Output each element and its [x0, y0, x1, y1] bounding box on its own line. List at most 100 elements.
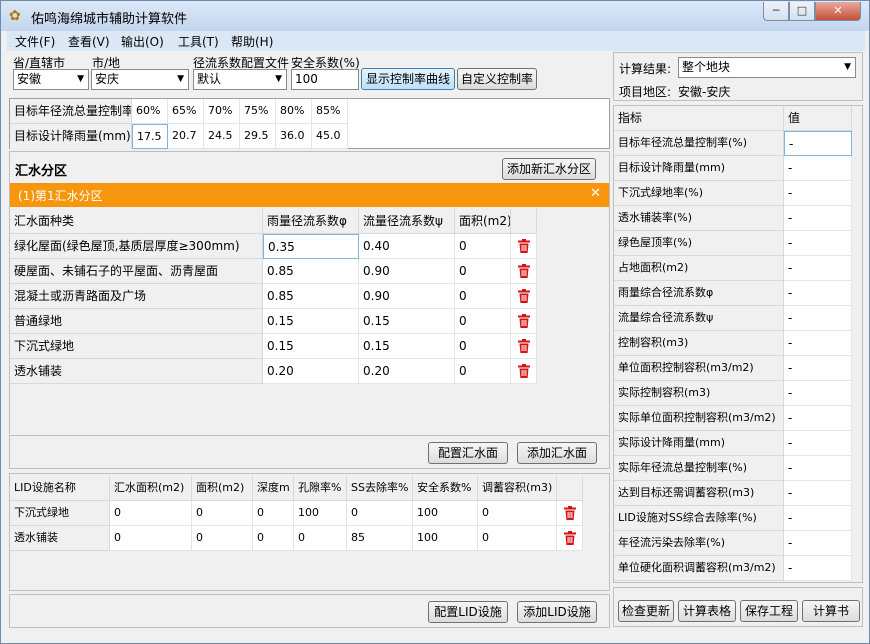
lid-table: LID设施名称 汇水面积(m2) 面积(m2) 深度m 孔隙率% SS去除率% 安全系数% 调…	[10, 474, 609, 590]
lid-cell[interactable]: 0	[253, 501, 294, 526]
menu-view[interactable]: 查看(V)	[68, 33, 110, 50]
maximize-button[interactable]: □	[789, 2, 815, 21]
lid-cell[interactable]: 0	[192, 526, 253, 551]
catchment-row-name[interactable]: 透水铺装	[10, 359, 263, 384]
target-rate-cell[interactable]: 80%	[276, 99, 312, 124]
lid-row-name[interactable]: 透水铺装	[10, 526, 110, 551]
close-window-button[interactable]: ✕	[815, 2, 861, 21]
target-rain-cell[interactable]: 17.5	[132, 124, 168, 149]
target-rate-cell[interactable]: 75%	[240, 99, 276, 124]
target-rate-cell[interactable]: 65%	[168, 99, 204, 124]
catchment-area[interactable]: 0	[455, 334, 511, 359]
lid-cell[interactable]: 0	[192, 501, 253, 526]
add-zone-button[interactable]: 添加新汇水分区	[502, 158, 596, 180]
catchment-delete-cell[interactable]	[511, 334, 537, 359]
results-scope-select[interactable]: 整个地块 ▼	[678, 57, 856, 78]
trash-icon[interactable]	[518, 239, 530, 253]
target-rain-cell[interactable]: 24.5	[204, 124, 240, 149]
catchment-delete-cell[interactable]	[511, 259, 537, 284]
lid-cell[interactable]: 85	[347, 526, 413, 551]
lid-row-name[interactable]: 下沉式绿地	[10, 501, 110, 526]
menu-file[interactable]: 文件(F)	[15, 33, 55, 50]
city-select[interactable]: 安庆 ▼	[91, 69, 189, 90]
lid-cell[interactable]: 100	[413, 526, 478, 551]
target-rain-cell[interactable]: 45.0	[312, 124, 348, 149]
target-rate-cell[interactable]: 70%	[204, 99, 240, 124]
catchment-flow-coef[interactable]: 0.90	[359, 259, 455, 284]
trash-icon[interactable]	[518, 314, 530, 328]
trash-icon[interactable]	[518, 264, 530, 278]
result-metric-name: 单位硬化面积调蓄容积(m3/m2)	[614, 556, 784, 581]
catchment-flow-coef[interactable]: 0.15	[359, 309, 455, 334]
lid-button-bar: 配置LID设施 添加LID设施	[9, 594, 610, 628]
catchment-area[interactable]: 0	[455, 259, 511, 284]
add-catchment-button[interactable]: 添加汇水面	[517, 442, 597, 464]
target-rate-cell[interactable]: 85%	[312, 99, 348, 124]
catchment-area[interactable]: 0	[455, 284, 511, 309]
catchment-row-name[interactable]: 硬屋面、未铺石子的平屋面、沥青屋面	[10, 259, 263, 284]
trash-icon[interactable]	[518, 289, 530, 303]
menu-help[interactable]: 帮助(H)	[231, 33, 273, 50]
calc-table-button[interactable]: 计算表格	[678, 600, 736, 622]
catchment-area[interactable]: 0	[455, 309, 511, 334]
trash-icon[interactable]	[518, 339, 530, 353]
catchment-flow-coef[interactable]: 0.40	[359, 234, 455, 259]
config-catchment-button[interactable]: 配置汇水面	[428, 442, 508, 464]
lid-cell[interactable]: 100	[413, 501, 478, 526]
trash-icon[interactable]	[518, 364, 530, 378]
catchment-rain-coef[interactable]: 0.20	[263, 359, 359, 384]
lid-cell[interactable]: 0	[478, 526, 557, 551]
save-project-button[interactable]: 保存工程	[740, 600, 798, 622]
catchment-row-name[interactable]: 绿化屋面(绿色屋顶,基质层厚度≥300mm)	[10, 234, 263, 259]
catchment-area[interactable]: 0	[455, 359, 511, 384]
trash-icon[interactable]	[564, 531, 576, 545]
target-rain-cell[interactable]: 36.0	[276, 124, 312, 149]
catchment-rain-coef[interactable]: 0.15	[263, 309, 359, 334]
lid-cell[interactable]: 0	[294, 526, 347, 551]
province-select[interactable]: 安徽 ▼	[13, 69, 89, 90]
lid-cell[interactable]: 0	[253, 526, 294, 551]
custom-rate-button[interactable]: 自定义控制率	[457, 68, 537, 90]
window-title: 佑鸣海绵城市辅助计算软件	[31, 12, 188, 27]
config-lid-button[interactable]: 配置LID设施	[428, 601, 508, 623]
catchment-rain-coef[interactable]: 0.85	[263, 284, 359, 309]
catchment-flow-coef[interactable]: 0.90	[359, 284, 455, 309]
catchment-row-name[interactable]: 普通绿地	[10, 309, 263, 334]
catchment-rain-coef[interactable]: 0.85	[263, 259, 359, 284]
catchment-row-name[interactable]: 下沉式绿地	[10, 334, 263, 359]
safety-input[interactable]: 100	[291, 69, 359, 90]
minimize-button[interactable]: ─	[763, 2, 789, 21]
lid-cell[interactable]: 0	[110, 526, 192, 551]
lid-delete-cell[interactable]	[557, 501, 583, 526]
catchment-rain-coef[interactable]: 0.35	[263, 234, 359, 259]
check-update-button[interactable]: 检查更新	[618, 600, 674, 622]
trash-icon[interactable]	[564, 506, 576, 520]
lid-delete-cell[interactable]	[557, 526, 583, 551]
target-rate-cell[interactable]: 60%	[132, 99, 168, 124]
menu-tools[interactable]: 工具(T)	[178, 33, 219, 50]
target-rain-cell[interactable]: 20.7	[168, 124, 204, 149]
catchment-row-name[interactable]: 混凝土或沥青路面及广场	[10, 284, 263, 309]
catchment-rain-coef[interactable]: 0.15	[263, 334, 359, 359]
catchment-delete-cell[interactable]	[511, 309, 537, 334]
runoff-config-select[interactable]: 默认 ▼	[193, 69, 287, 90]
result-metric-value: -	[784, 181, 852, 206]
calc-book-button[interactable]: 计算书	[802, 600, 860, 622]
catchment-delete-cell[interactable]	[511, 284, 537, 309]
close-icon[interactable]: ✕	[590, 186, 601, 201]
add-lid-button[interactable]: 添加LID设施	[517, 601, 597, 623]
catchment-flow-coef[interactable]: 0.20	[359, 359, 455, 384]
lid-cell[interactable]: 0	[110, 501, 192, 526]
city-value: 安庆	[95, 72, 120, 86]
lid-cell[interactable]: 0	[347, 501, 413, 526]
show-curve-button[interactable]: 显示控制率曲线	[361, 68, 455, 90]
catchment-area[interactable]: 0	[455, 234, 511, 259]
catchment-flow-coef[interactable]: 0.15	[359, 334, 455, 359]
lid-cell[interactable]: 100	[294, 501, 347, 526]
location-panel: 省/直辖市 市/地 径流系数配置文件 安全系数(%) 安徽 ▼ 安庆 ▼ 默认 ▼ 1…	[9, 52, 610, 97]
lid-cell[interactable]: 0	[478, 501, 557, 526]
target-rain-cell[interactable]: 29.5	[240, 124, 276, 149]
menu-output[interactable]: 输出(O)	[121, 33, 164, 50]
catchment-delete-cell[interactable]	[511, 234, 537, 259]
catchment-delete-cell[interactable]	[511, 359, 537, 384]
